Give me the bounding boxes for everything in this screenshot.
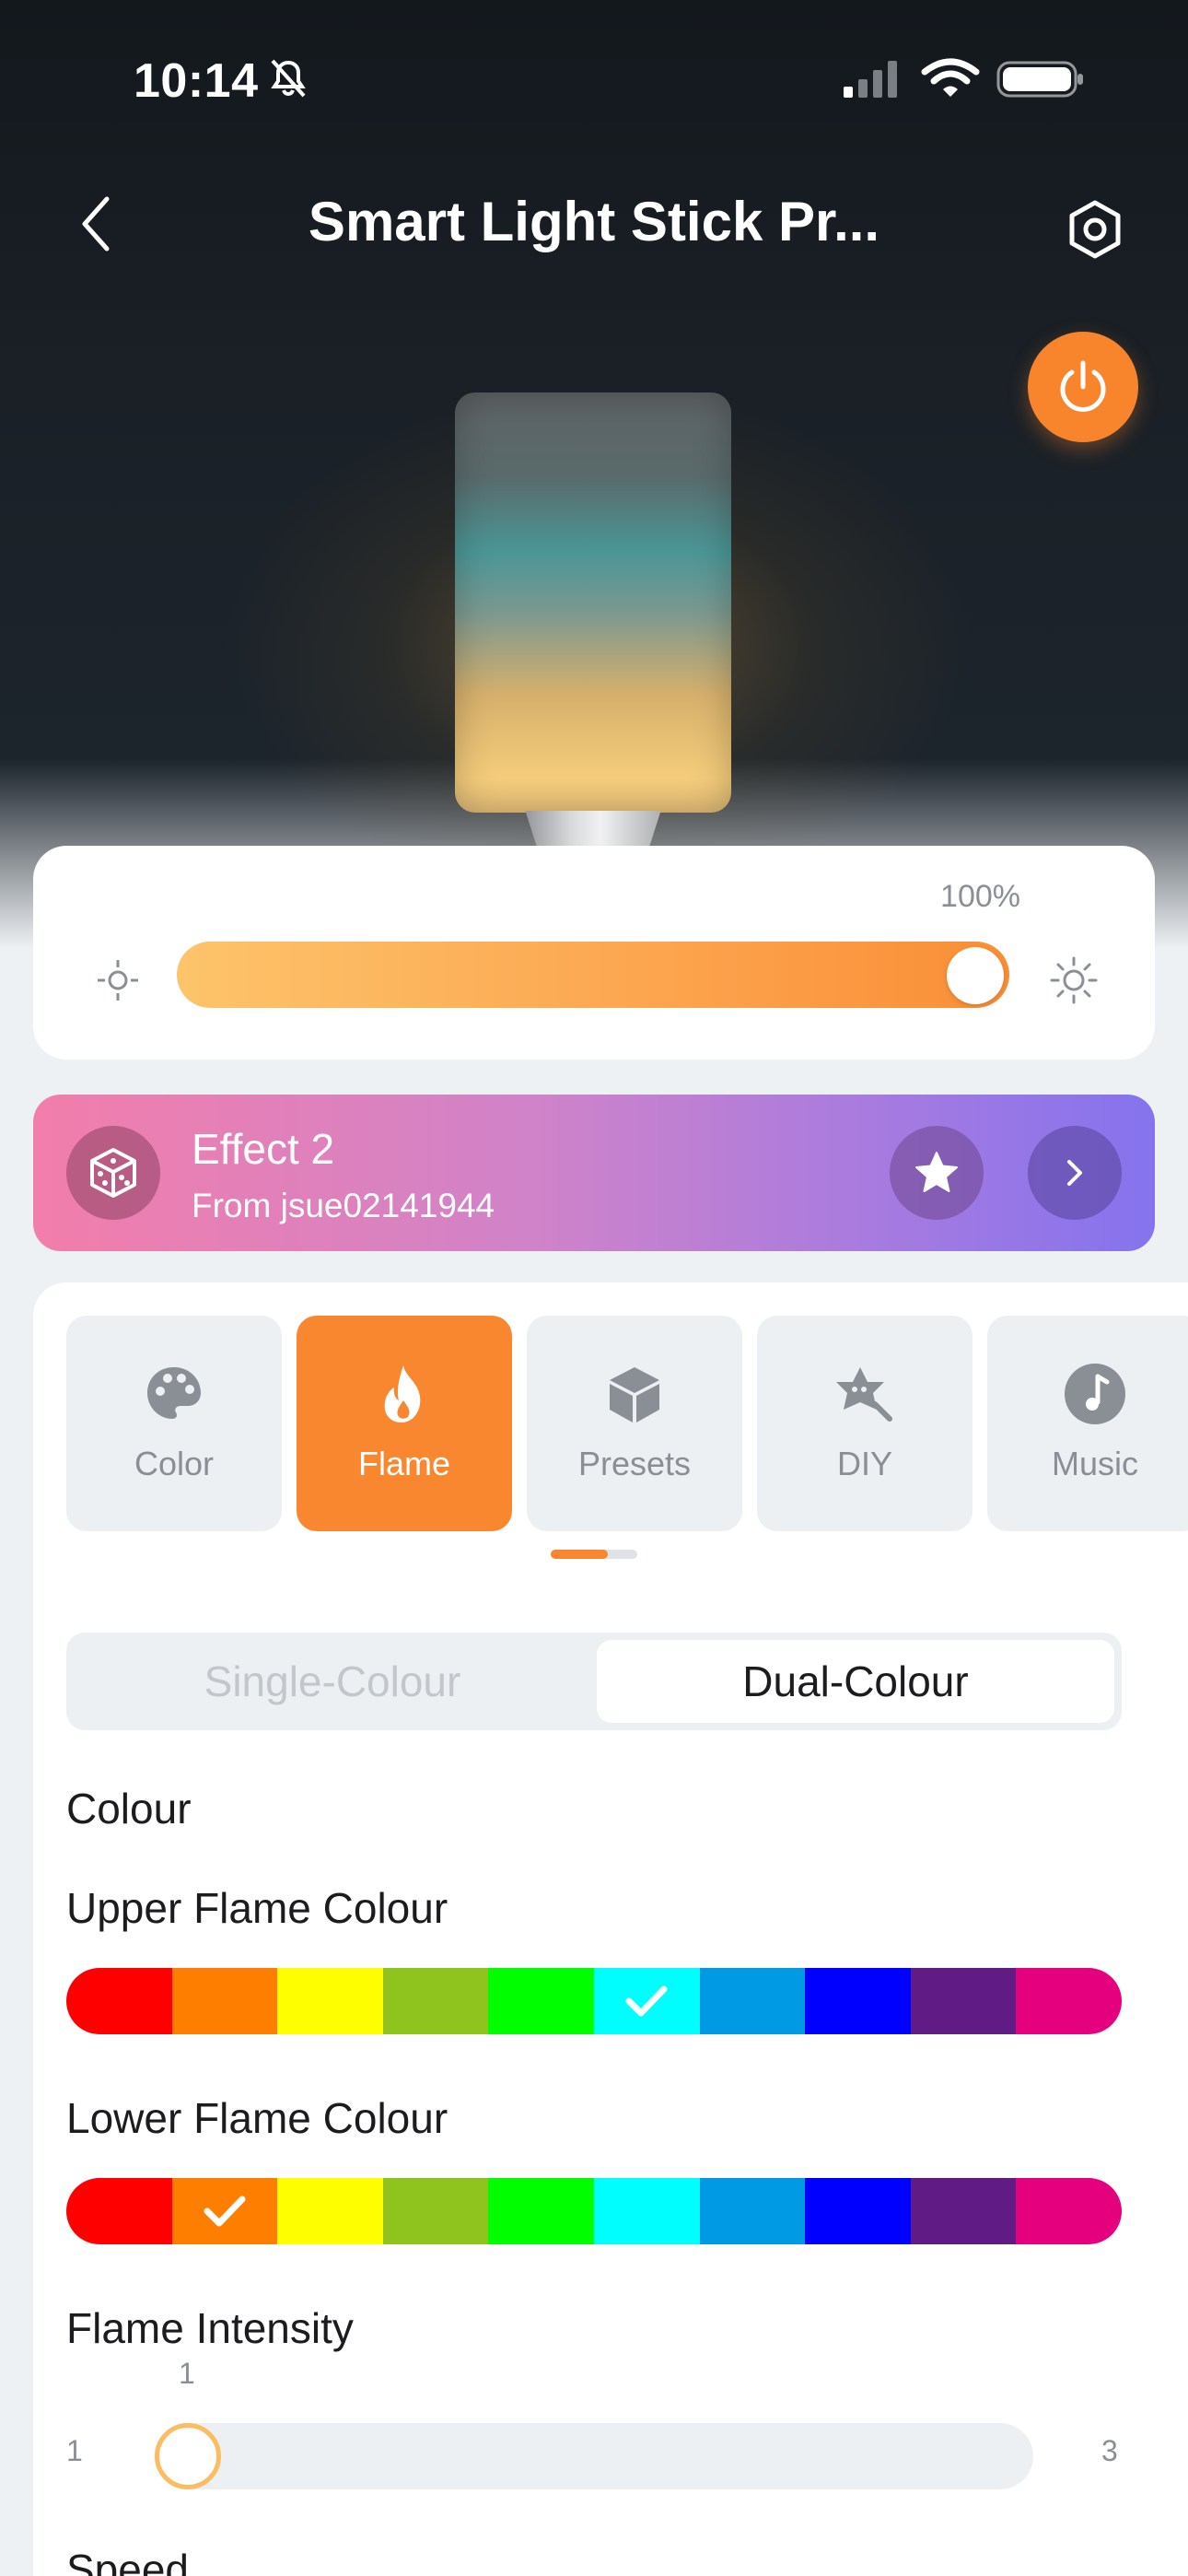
flame-intensity-label: Flame Intensity xyxy=(66,2304,354,2352)
tab-flame[interactable]: Flame xyxy=(297,1316,512,1531)
colour-swatch[interactable] xyxy=(1016,1968,1122,2034)
single-colour-option[interactable]: Single-Colour xyxy=(74,1640,591,1723)
status-time: 10:14 xyxy=(134,54,259,108)
cube-icon xyxy=(610,1367,659,1423)
colour-swatch[interactable] xyxy=(171,1968,278,2034)
colour-swatch[interactable] xyxy=(277,1968,383,2034)
intensity-slider[interactable] xyxy=(155,2423,1033,2489)
brightness-slider[interactable] xyxy=(177,942,1009,1008)
dice-icon xyxy=(66,1126,160,1220)
brightness-low-icon xyxy=(98,960,138,1001)
tab-label: Color xyxy=(134,1445,215,1482)
battery-icon xyxy=(996,61,1083,98)
checkmark-icon xyxy=(204,2195,246,2227)
device-preview: 10:14 Smart Light Stick Pr... xyxy=(0,0,1188,949)
colour-swatch[interactable] xyxy=(910,1968,1017,2034)
diy-star-icon xyxy=(836,1367,892,1422)
colour-swatch[interactable] xyxy=(593,2178,700,2244)
tab-presets[interactable]: Presets xyxy=(527,1316,742,1531)
signal-icon xyxy=(844,61,897,98)
brightness-value: 100% xyxy=(940,879,1020,914)
flame-icon xyxy=(384,1365,421,1423)
colour-swatch[interactable] xyxy=(66,2178,172,2244)
light-stick-image xyxy=(455,392,731,813)
brightness-slider-thumb[interactable] xyxy=(947,947,1004,1004)
music-note-icon xyxy=(1065,1364,1125,1424)
upper-flame-palette xyxy=(66,1968,1122,2034)
intensity-max: 3 xyxy=(1101,2434,1118,2467)
tab-label: Presets xyxy=(577,1445,692,1482)
colour-section-label: Colour xyxy=(66,1785,192,1832)
colour-swatch[interactable] xyxy=(805,2178,911,2244)
colour-swatch[interactable] xyxy=(277,2178,383,2244)
colour-swatch[interactable] xyxy=(66,1968,172,2034)
colour-swatch[interactable] xyxy=(699,1968,806,2034)
star-icon xyxy=(915,1152,958,1192)
settings-icon[interactable] xyxy=(1066,199,1124,260)
bell-muted-icon xyxy=(271,59,306,98)
mode-tabs: Color Flame Presets DIY Music xyxy=(66,1316,1188,1531)
colour-swatch[interactable] xyxy=(910,2178,1017,2244)
current-effect-card[interactable]: Effect 2 From jsue02141944 xyxy=(33,1095,1155,1251)
favorite-button[interactable] xyxy=(890,1126,984,1220)
intensity-value: 1 xyxy=(179,2357,195,2390)
tab-music[interactable]: Music xyxy=(987,1316,1188,1531)
intensity-slider-thumb[interactable] xyxy=(155,2423,221,2489)
colour-swatch[interactable] xyxy=(1016,2178,1122,2244)
power-icon xyxy=(1060,360,1106,412)
effect-title: Effect 2 xyxy=(192,1125,335,1173)
effect-details-button[interactable] xyxy=(1028,1126,1122,1220)
effect-author: From jsue02141944 xyxy=(192,1187,495,1224)
colour-swatch[interactable] xyxy=(488,1968,594,2034)
colour-swatch[interactable] xyxy=(382,2178,489,2244)
intensity-min: 1 xyxy=(66,2434,83,2467)
light-stick-base xyxy=(525,811,661,848)
chevron-right-icon xyxy=(1067,1160,1082,1186)
colour-mode-toggle: Single-Colour Dual-Colour xyxy=(66,1633,1122,1730)
colour-swatch[interactable] xyxy=(382,1968,489,2034)
dual-colour-option[interactable]: Dual-Colour xyxy=(597,1640,1114,1723)
tab-diy[interactable]: DIY xyxy=(757,1316,973,1531)
back-button[interactable] xyxy=(72,192,118,256)
page-title: Smart Light Stick Pr... xyxy=(308,191,880,252)
controls-card: Color Flame Presets DIY Music Single-Col… xyxy=(33,1282,1188,2576)
tab-label: Music xyxy=(1051,1445,1138,1482)
palette-icon xyxy=(147,1367,201,1419)
wifi-icon xyxy=(921,58,980,97)
colour-swatch[interactable] xyxy=(488,2178,594,2244)
tabs-scroll-indicator xyxy=(551,1550,637,1559)
lower-flame-label: Lower Flame Colour xyxy=(66,2094,448,2142)
colour-swatch[interactable] xyxy=(805,1968,911,2034)
colour-swatch[interactable] xyxy=(699,2178,806,2244)
tab-label: DIY xyxy=(836,1445,892,1482)
tab-color[interactable]: Color xyxy=(66,1316,282,1531)
tab-label: Flame xyxy=(357,1445,451,1482)
power-button[interactable] xyxy=(1028,332,1138,442)
lower-flame-palette xyxy=(66,2178,1122,2244)
colour-swatch[interactable] xyxy=(593,1968,700,2034)
checkmark-icon xyxy=(625,1985,668,2017)
brightness-high-icon xyxy=(1050,956,1098,1004)
colour-swatch[interactable] xyxy=(171,2178,278,2244)
speed-label: Speed xyxy=(66,2546,190,2576)
brightness-card: 100% xyxy=(33,846,1155,1060)
upper-flame-label: Upper Flame Colour xyxy=(66,1884,448,1932)
